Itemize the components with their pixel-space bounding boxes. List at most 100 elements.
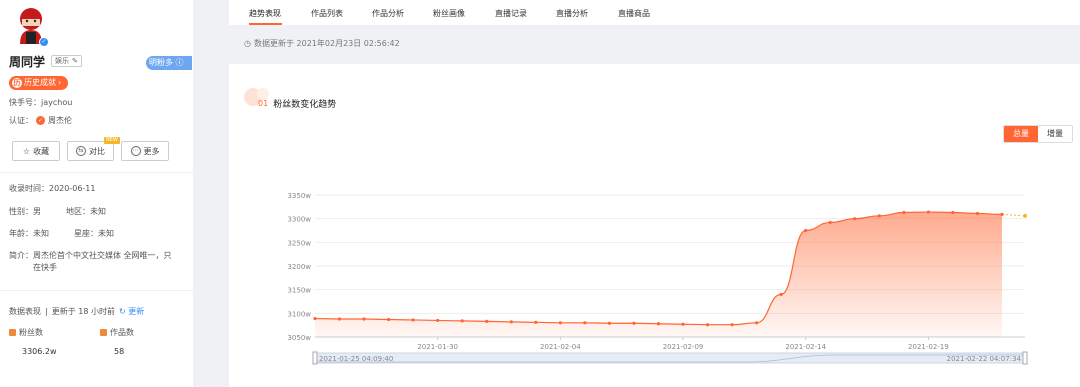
slider-handle-right — [1022, 351, 1028, 365]
refresh-icon: ↻ — [118, 307, 126, 316]
intro-text: 周杰伦首个中文社交媒体 全网唯一，只在快手 — [33, 251, 172, 272]
zodiac: 星座：未知 — [74, 229, 114, 238]
profile-name: 周同学 — [9, 55, 46, 69]
projected-point — [1022, 212, 1028, 219]
collect-button[interactable]: ☆ 收藏 — [12, 141, 60, 161]
data-point — [656, 322, 661, 326]
history-label: 历史成就 — [24, 78, 56, 87]
refresh-label: 更新 — [128, 307, 145, 316]
range-start-label: 2021-01-25 04:09:40 — [319, 355, 393, 363]
update-info-row: ◷ 数据更新于 2021年02月23日 02:56:42 — [244, 38, 400, 49]
updated-ago: 更新于 18 小时前 — [51, 307, 115, 316]
x-tick-label: 2021-02-09 — [663, 343, 704, 351]
toggle-increment[interactable]: 增量 — [1038, 126, 1072, 142]
section-title: 01 粉丝数变化趋势 — [258, 97, 336, 110]
tab-trend[interactable]: 趋势表现 — [249, 8, 281, 19]
data-point — [828, 220, 832, 225]
data-point — [534, 320, 538, 324]
data-point — [337, 317, 342, 321]
projected-line — [1001, 213, 1026, 217]
data-point — [1000, 212, 1004, 217]
tab-works-list[interactable]: 作品列表 — [311, 8, 343, 19]
data-point — [755, 321, 759, 325]
toggle-total[interactable]: 总量 — [1004, 126, 1038, 142]
y-tick-label: 3350w — [287, 192, 311, 200]
more-icon: ⋯ — [130, 146, 141, 156]
collect-label: 收藏 — [33, 146, 50, 156]
data-point — [877, 214, 881, 218]
fans-many-label: 明粉多 — [149, 58, 173, 67]
x-axis: 2021-01-30 2021-02-04 2021-02-09 2021-02-14… — [417, 337, 949, 351]
category-tag[interactable]: 娱乐 ✎ — [51, 55, 82, 67]
age: 年龄：未知 — [9, 229, 49, 238]
refresh-button[interactable]: ↻ 更新 — [119, 306, 144, 317]
data-point — [975, 211, 980, 216]
fans-stat-label: 粉丝数 — [9, 327, 43, 338]
update-info: 数据更新于 2021年02月23日 02:56:42 — [253, 39, 400, 48]
profile-sidebar: ✓ 周同学 娱乐 ✎ 明粉多 ⓘ 历 历史成就 › 快手号：jaychou 认证… — [0, 0, 193, 387]
gender: 性别：男 — [9, 207, 41, 216]
more-label: 更多 — [143, 146, 160, 156]
history-achievement-badge[interactable]: 历 历史成就 › — [9, 76, 68, 90]
data-point — [730, 323, 734, 327]
data-point — [804, 228, 808, 233]
data-point — [313, 316, 317, 321]
data-perf-label: 数据表现 — [9, 307, 41, 316]
data-point — [583, 321, 587, 325]
data-point — [681, 322, 685, 326]
verified-icon: ✓ — [39, 37, 49, 47]
y-tick-label: 3200w — [287, 263, 311, 271]
data-point — [558, 321, 562, 325]
clock-icon: ◷ — [244, 39, 251, 48]
x-tick-label: 2021-02-19 — [908, 343, 949, 351]
active-tab-indicator — [249, 23, 282, 25]
trophy-icon: 历 — [12, 78, 22, 88]
tab-live-products[interactable]: 直播商品 — [618, 8, 650, 19]
fans-trend-chart: 3350w 3300w 3250w 3200w 3150w 3100w 3050w 2021… — [287, 192, 1028, 365]
data-performance-row: 数据表现 | 更新于 18 小时前 ↻ 更新 — [9, 306, 144, 317]
tab-works-analysis[interactable]: 作品分析 — [372, 8, 404, 19]
fans-label: 粉丝数 — [19, 328, 43, 337]
data-point — [951, 210, 955, 215]
tab-fans-profile[interactable]: 粉丝画像 — [433, 8, 465, 19]
star-icon: ☆ — [22, 146, 31, 156]
divider — [0, 172, 193, 173]
region: 地区：未知 — [66, 207, 106, 216]
fans-area — [315, 212, 1002, 337]
range-slider: 2021-01-25 04:09:40 2021-02-22 04:07:34 — [312, 351, 1028, 365]
chevron-right-icon: › — [58, 78, 62, 87]
section-title-text: 粉丝数变化趋势 — [273, 100, 337, 110]
data-point — [853, 217, 857, 221]
works-label: 作品数 — [110, 328, 134, 337]
compare-icon: ⇆ — [76, 146, 86, 156]
data-point — [411, 318, 415, 322]
y-tick-label: 3150w — [287, 287, 311, 295]
cert-label: 认证： — [9, 116, 33, 125]
x-tick-label: 2021-02-04 — [540, 343, 581, 351]
data-point — [779, 292, 783, 296]
y-tick-label: 3250w — [287, 239, 311, 247]
fans-many-badge[interactable]: 明粉多 ⓘ — [146, 56, 192, 70]
data-point — [902, 210, 906, 215]
separator: | — [45, 307, 48, 316]
section-number: 01 — [258, 99, 269, 108]
data-point — [362, 317, 366, 321]
range-end-label: 2021-02-22 04:07:34 — [947, 355, 1022, 363]
slider-track — [314, 352, 1026, 364]
data-point — [632, 321, 636, 325]
tab-live-records[interactable]: 直播记录 — [495, 8, 527, 19]
tab-bar: 趋势表现 作品列表 作品分析 粉丝画像 直播记录 直播分析 直播商品 — [229, 0, 1080, 25]
data-point — [705, 323, 710, 327]
data-point — [387, 317, 391, 322]
fans-icon — [9, 329, 16, 336]
tab-live-analysis[interactable]: 直播分析 — [556, 8, 588, 19]
data-point — [436, 318, 440, 323]
more-button[interactable]: ⋯ 更多 — [121, 141, 169, 161]
y-axis: 3350w 3300w 3250w 3200w 3150w 3100w 3050w — [287, 192, 311, 342]
certification: 认证： ✓ 周杰伦 — [9, 115, 72, 126]
collected-time: 收录时间：2020-06-11 — [9, 184, 96, 193]
category-tag-label: 娱乐 — [55, 57, 69, 65]
compare-button[interactable]: ⇆ 对比 — [67, 141, 114, 161]
cert-check-icon: ✓ — [36, 116, 45, 125]
edit-icon: ✎ — [72, 57, 78, 65]
